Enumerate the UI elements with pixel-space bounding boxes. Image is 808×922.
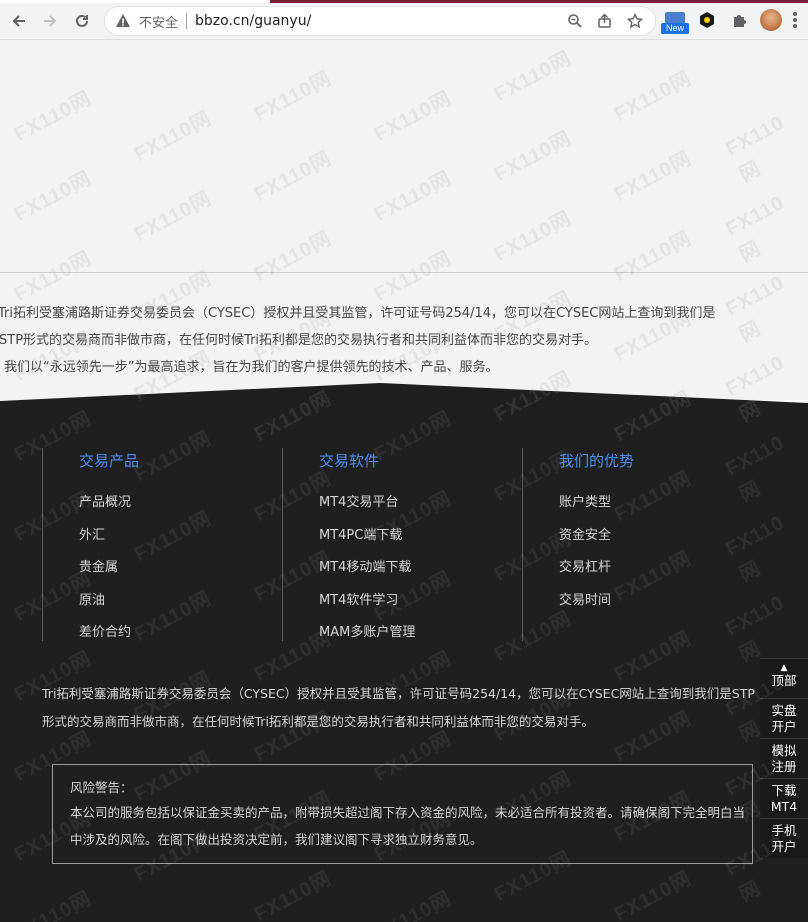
footer-link[interactable]: MT4PC端下载 bbox=[319, 524, 522, 557]
url-separator bbox=[186, 13, 188, 29]
footer-link[interactable]: 外汇 bbox=[79, 524, 282, 557]
footer-column-title[interactable]: 我们的优势 bbox=[559, 450, 758, 471]
footer-column-software: 交易软件 MT4交易平台 MT4PC端下载 MT4移动端下载 MT4软件学习 M… bbox=[282, 448, 522, 641]
zoom-icon[interactable] bbox=[567, 13, 583, 33]
footer-link[interactable]: MT4软件学习 bbox=[319, 589, 522, 622]
address-bar[interactable]: 不安全 bbzo.cn/guanyu/ bbox=[104, 6, 656, 36]
download-mt4-button[interactable]: 下载 MT4 bbox=[760, 778, 808, 818]
side-button-label: 注册 bbox=[771, 759, 797, 774]
side-button-label: 开户 bbox=[771, 719, 797, 734]
side-button-label: 下载 bbox=[771, 783, 797, 798]
profile-avatar[interactable] bbox=[760, 9, 782, 31]
extensions-puzzle-icon[interactable] bbox=[727, 8, 751, 32]
arrow-up-icon: ▲ bbox=[780, 663, 788, 673]
intro-line: STP形式的交易商而非做市商，在任何时候Tri拓利都是您的交易执行者和共同利益体… bbox=[0, 333, 598, 348]
risk-warning-box: 风险警告： 本公司的服务包括以保证金买卖的产品，附带损失超过阁下存入资金的风险，… bbox=[52, 764, 753, 864]
footer-link[interactable]: 贵金属 bbox=[79, 556, 282, 589]
footer-link[interactable]: MT4移动端下载 bbox=[319, 556, 522, 589]
url-text[interactable]: bbzo.cn/guanyu/ bbox=[195, 13, 311, 29]
footer-link[interactable]: 原油 bbox=[79, 589, 282, 622]
new-badge-label: New bbox=[661, 23, 689, 34]
footer-link[interactable]: 交易杠杆 bbox=[559, 556, 758, 589]
floating-side-toolbar: ▲ 顶部 实盘 开户 模拟 注册 下载 MT4 手机 开户 bbox=[760, 658, 808, 858]
browser-toolbar: 不安全 bbzo.cn/guanyu/ New bbox=[0, 0, 808, 40]
share-icon[interactable] bbox=[597, 13, 613, 33]
reload-icon[interactable] bbox=[69, 8, 95, 34]
intro-text: Tri拓利受塞浦路斯证券交易委员会（CYSEC）授权并且受其监管，许可证号码25… bbox=[0, 300, 808, 381]
demo-register-button[interactable]: 模拟 注册 bbox=[760, 738, 808, 778]
footer-column-products: 交易产品 产品概况 外汇 贵金属 原油 差价合约 bbox=[42, 448, 282, 641]
forward-icon[interactable] bbox=[37, 8, 63, 34]
footer-link[interactable]: 资金安全 bbox=[559, 524, 758, 557]
live-account-button[interactable]: 实盘 开户 bbox=[760, 698, 808, 738]
footer-description: Tri拓利受塞浦路斯证券交易委员会（CYSEC）授权并且受其监管，许可证号码25… bbox=[42, 680, 762, 736]
footer-link[interactable]: MT4交易平台 bbox=[319, 491, 522, 524]
side-button-label: 实盘 bbox=[771, 703, 797, 718]
back-to-top-button[interactable]: ▲ 顶部 bbox=[760, 658, 808, 698]
risk-warning-text: 本公司的服务包括以保证金买卖的产品，附带损失超过阁下存入资金的风险，未必适合所有… bbox=[70, 805, 746, 847]
bookmark-star-icon[interactable] bbox=[626, 12, 644, 33]
footer-description-line: Tri拓利受塞浦路斯证券交易委员会（CYSEC）授权并且受其监管，许可证号码25… bbox=[42, 686, 755, 701]
footer-link[interactable]: 账户类型 bbox=[559, 491, 758, 524]
security-label[interactable]: 不安全 bbox=[139, 12, 178, 31]
side-button-label: 顶部 bbox=[771, 673, 797, 688]
footer-column-title[interactable]: 交易产品 bbox=[79, 450, 282, 471]
browser-menu-icon[interactable] bbox=[793, 12, 797, 28]
footer-column-title[interactable]: 交易软件 bbox=[319, 450, 522, 471]
footer-column-advantages: 我们的优势 账户类型 资金安全 交易杠杆 交易时间 bbox=[522, 448, 758, 641]
side-button-label: MT4 bbox=[770, 799, 798, 814]
footer-link[interactable]: 交易时间 bbox=[559, 589, 758, 622]
side-button-label: 手机 bbox=[771, 823, 797, 838]
section-divider bbox=[0, 272, 808, 273]
tab-strip-edge bbox=[0, 0, 808, 3]
new-extension-icon[interactable]: New bbox=[661, 12, 689, 34]
intro-line: Tri拓利受塞浦路斯证券交易委员会（CYSEC）授权并且受其监管，许可证号码25… bbox=[0, 306, 716, 321]
footer-link[interactable]: MAM多账户管理 bbox=[319, 621, 522, 654]
footer-description-line: 形式的交易商而非做市商，在任何时候Tri拓利都是您的交易执行者和共同利益体而非您… bbox=[42, 714, 594, 729]
side-button-label: 开户 bbox=[771, 839, 797, 854]
footer-link[interactable]: 产品概况 bbox=[79, 491, 282, 524]
extension-hex-icon[interactable] bbox=[695, 8, 719, 32]
footer-link[interactable]: 差价合约 bbox=[79, 621, 282, 654]
mobile-account-button[interactable]: 手机 开户 bbox=[760, 818, 808, 858]
side-button-label: 模拟 bbox=[771, 743, 797, 758]
back-icon[interactable] bbox=[6, 8, 32, 34]
risk-warning-title: 风险警告： bbox=[70, 780, 133, 795]
warning-icon[interactable] bbox=[115, 13, 131, 29]
intro-line: 我们以“永远领先一步”为最高追求，旨在为我们的客户提供领先的技术、产品、服务。 bbox=[4, 360, 499, 375]
